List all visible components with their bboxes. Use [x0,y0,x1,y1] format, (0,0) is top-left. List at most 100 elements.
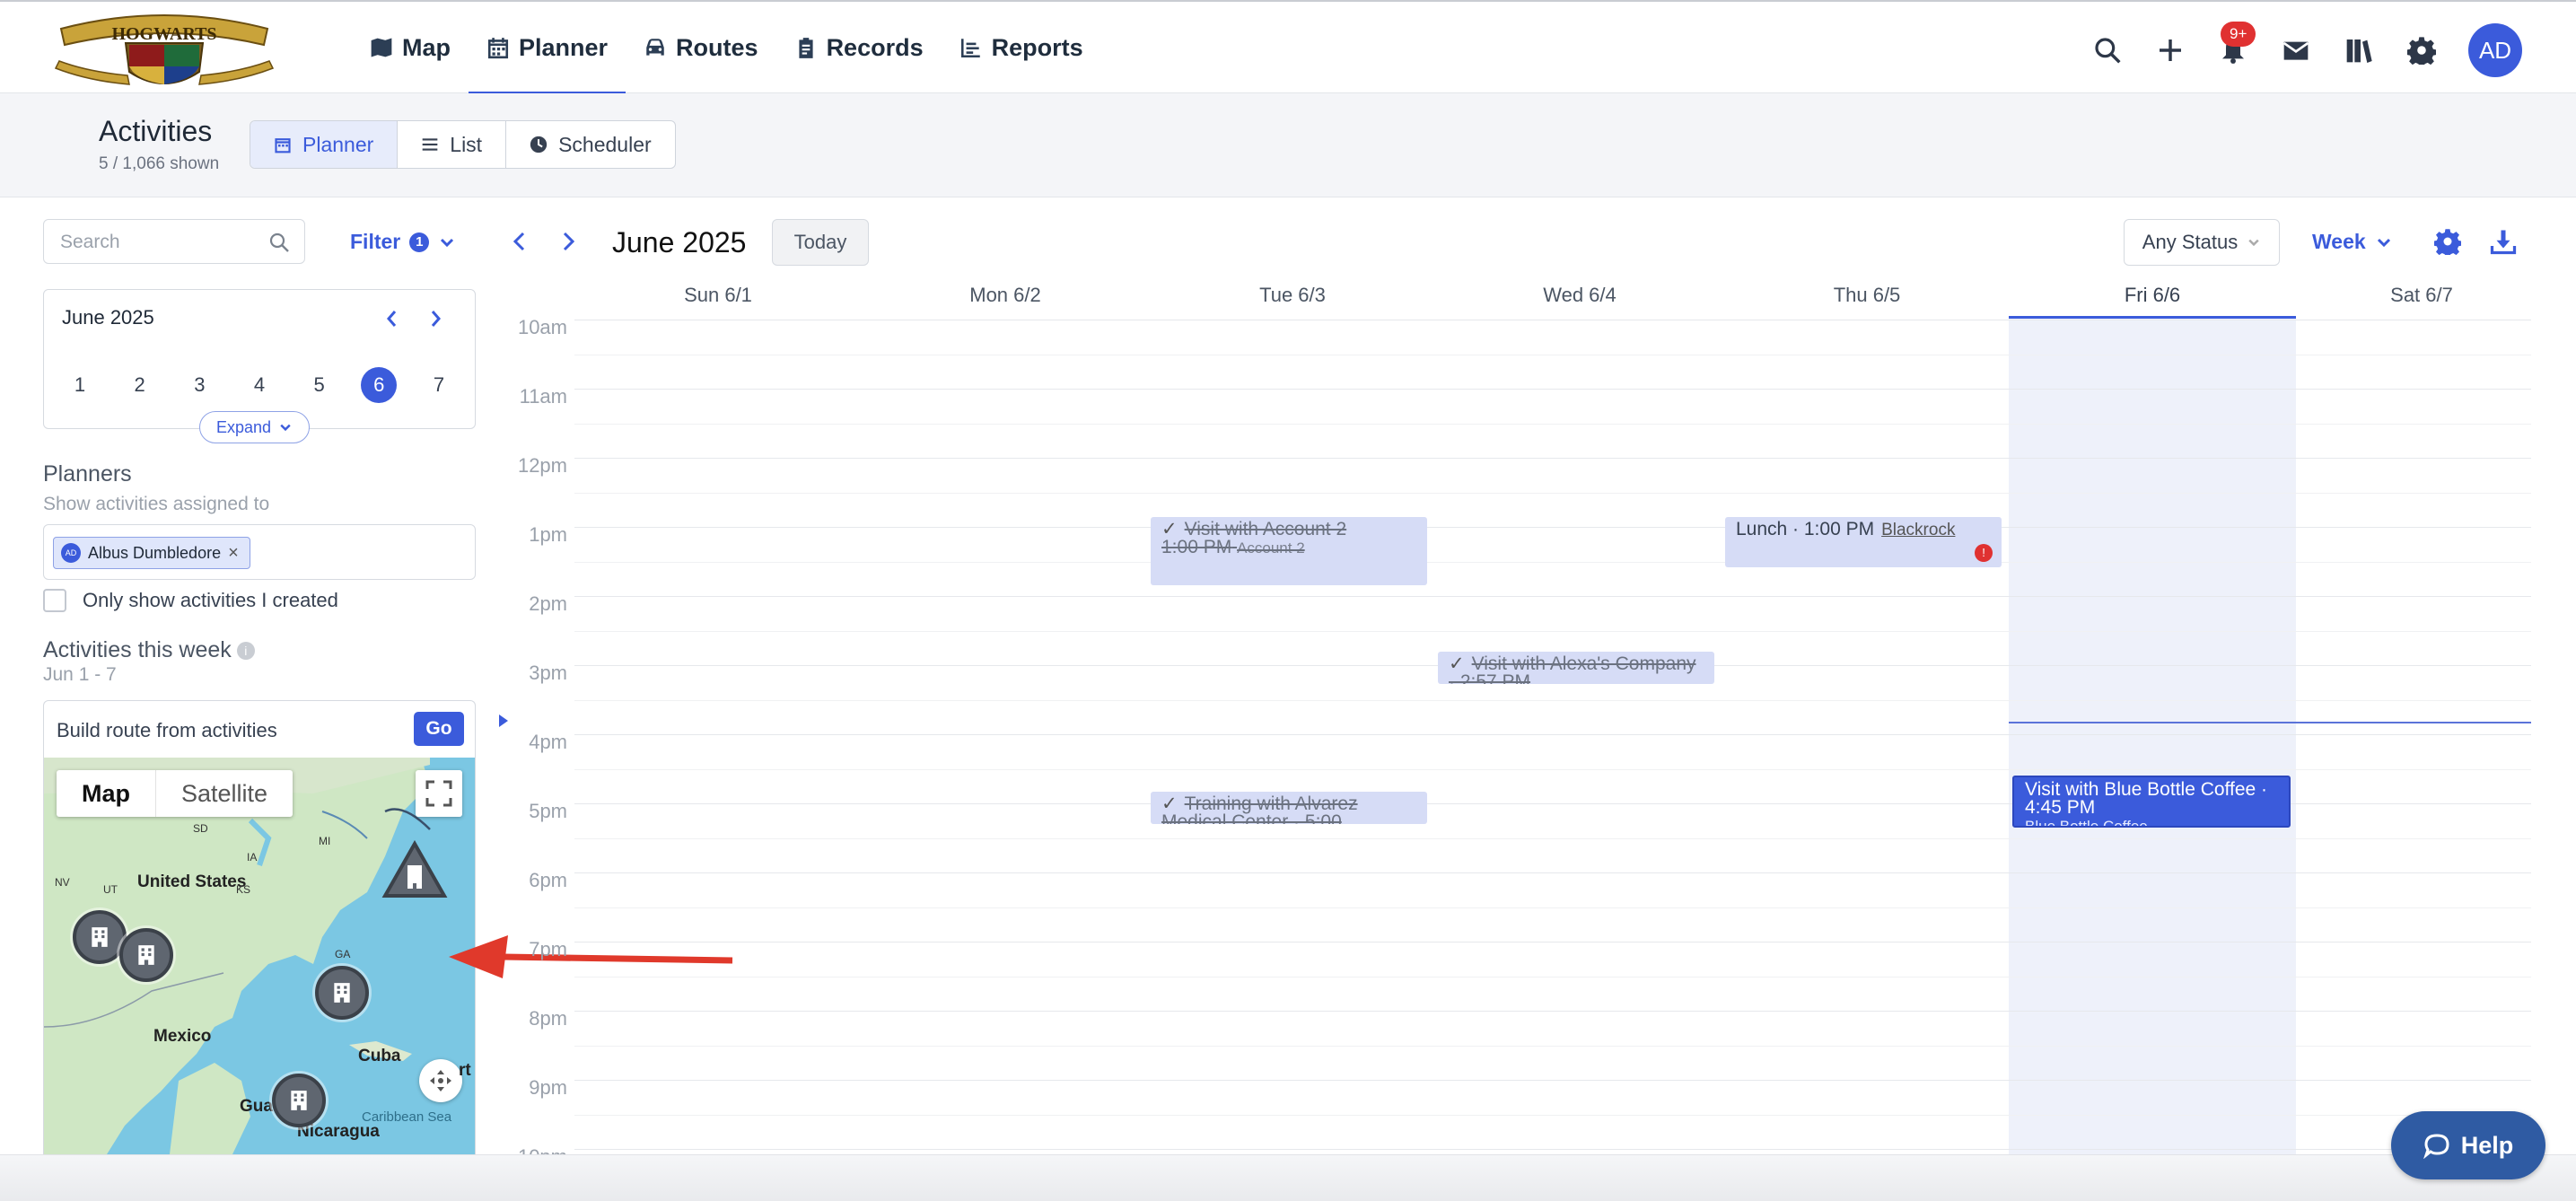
prev-week-button[interactable] [504,226,535,257]
calendar-event[interactable]: ✓ Training with Alvarez Medical Center · … [1151,792,1427,824]
expand-calendar-button[interactable]: Expand [199,411,311,443]
mini-day[interactable]: 3 [181,367,217,403]
current-time-line [2009,722,2531,723]
info-icon[interactable]: i [236,642,255,661]
download-icon[interactable] [2490,228,2517,255]
map-label-mi: MI [319,835,331,847]
user-avatar[interactable]: AD [2468,23,2522,77]
list-icon [422,138,438,151]
library-button[interactable] [2343,34,2375,66]
hour-label: 9pm [529,1076,567,1099]
half-hour-line [574,837,2531,839]
map-label-caribbean: Caribbean Sea [362,1109,452,1125]
chart-icon [960,39,980,58]
status-filter-dropdown[interactable]: Any Status [2124,219,2280,266]
week-activities-title: Activities this week i [43,637,255,663]
gear-icon [2407,37,2436,65]
filter-button[interactable]: Filter 1 [350,230,456,254]
books-icon [2346,39,2372,63]
help-button[interactable]: Help [2391,1111,2545,1179]
planner-chip-label: Albus Dumbledore [88,543,222,562]
map-label-ga: GA [335,948,351,960]
mini-next-week-button[interactable] [423,306,448,331]
today-button[interactable]: Today [772,219,869,266]
filter-label: Filter [350,230,401,253]
nav-reports[interactable]: Reports [942,2,1101,93]
day-header: Sat 6/7 [2390,284,2453,306]
recenter-button[interactable] [419,1059,462,1102]
map-icon [371,38,392,57]
search-input[interactable]: Search [43,219,305,264]
mini-day[interactable]: 4 [241,367,277,403]
go-button[interactable]: Go [414,712,464,746]
nav-reports-label: Reports [991,33,1083,61]
map-marker[interactable] [272,1074,326,1127]
map-marker[interactable] [119,928,173,982]
check-icon: ✓ [1161,793,1178,814]
map-type-map[interactable]: Map [57,770,156,817]
view-range-label: Week [2312,230,2366,253]
build-route-bar: Build route from activities Go [43,700,476,758]
calendar-event[interactable]: Lunch · 1:00 PM Blackrock ! [1725,517,2002,567]
calendar-settings-gear-icon[interactable] [2434,228,2461,255]
plus-icon [2160,39,2181,61]
search-button[interactable] [2091,34,2124,66]
mini-prev-week-button[interactable] [380,306,405,331]
messages-button[interactable] [2280,34,2312,66]
view-range-dropdown[interactable]: Week [2312,230,2393,254]
building-icon [92,927,108,947]
nav-map[interactable]: Map [352,2,469,93]
calendar-event[interactable]: ✓ Visit with Alexa's Company · 2:57 PM [1438,652,1714,684]
hour-line [574,458,2531,459]
map-marker[interactable] [315,966,369,1020]
view-tabs: Planner List Scheduler [250,120,676,169]
add-button[interactable] [2154,34,2186,66]
planner-select[interactable]: AD Albus Dumbledore × [43,524,476,580]
hour-line [574,1011,2531,1012]
mini-day[interactable]: 5 [302,367,337,403]
map-marker[interactable] [73,910,127,964]
mini-calendar-days: 1 2 3 4 5 6 7 [62,367,457,403]
hogwarts-logo[interactable]: HOGWARTS [52,9,276,95]
mini-day-selected[interactable]: 6 [361,367,398,403]
half-hour-line [574,492,2531,494]
search-icon [2095,38,2121,64]
week-activities-title-text: Activities this week [43,637,232,662]
mini-day[interactable]: 7 [421,367,457,403]
tab-scheduler[interactable]: Scheduler [506,121,675,168]
event-account-link[interactable]: Blackrock [1881,521,1955,539]
event-title: Lunch · 1:00 PM [1736,519,1875,539]
mini-day[interactable]: 2 [122,367,158,403]
activity-map[interactable]: Map Satellite United States Mexico Cuba … [43,758,476,1154]
map-type-satellite[interactable]: Satellite [156,770,293,817]
calendar-event[interactable]: ✓ Visit with Account 2 1:00 PM Account 2 [1151,517,1427,585]
calendar-event-selected[interactable]: Visit with Blue Bottle Coffee · 4:45 PM … [2012,776,2291,828]
nav-planner[interactable]: Planner [469,2,626,95]
tab-list[interactable]: List [398,121,507,168]
hour-label: 7pm [529,938,567,960]
week-range: Jun 1 - 7 [43,664,117,685]
only-created-row: Only show activities I created [43,589,338,612]
nav-map-label: Map [402,33,451,61]
tab-planner[interactable]: Planner [250,121,399,168]
building-icon [334,983,350,1003]
main-nav: Map Planner Routes Records Reports [352,2,1101,95]
help-label: Help [2460,1131,2514,1159]
map-marker-warning[interactable] [381,840,448,899]
settings-button[interactable] [2405,34,2438,66]
mini-day[interactable]: 1 [62,367,98,403]
map-label-ut: UT [103,883,118,896]
hour-label: 10pm [503,1145,567,1154]
notifications-button[interactable]: 9+ [2217,22,2256,66]
next-week-button[interactable] [553,226,583,257]
fullscreen-button[interactable] [416,770,462,817]
planner-avatar: AD [61,543,81,563]
map-label-sd: SD [193,822,208,835]
event-account: Blue Bottle Coffee [2025,818,2148,828]
only-created-checkbox[interactable] [43,589,66,612]
nav-routes[interactable]: Routes [626,2,776,93]
chip-remove-icon[interactable]: × [228,543,239,564]
nav-records[interactable]: Records [776,2,942,93]
chat-bubble-icon [2423,1134,2449,1159]
tab-list-label: List [450,132,483,156]
